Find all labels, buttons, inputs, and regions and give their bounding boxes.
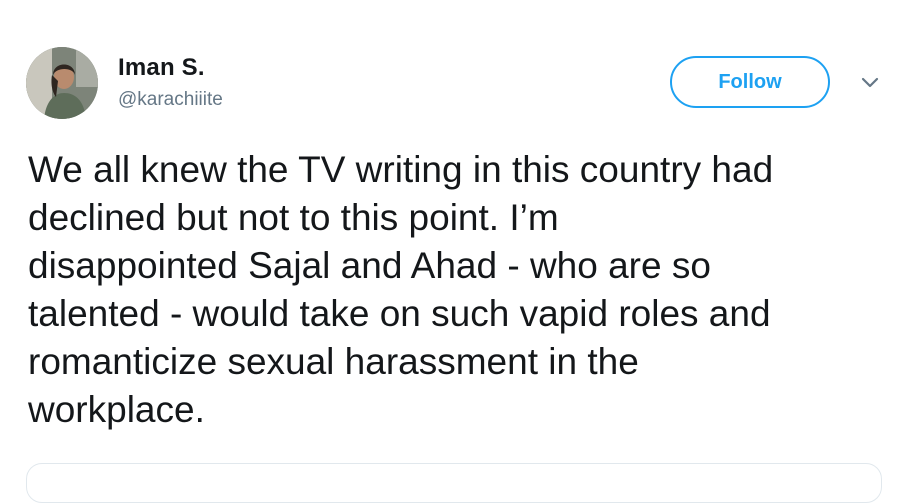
avatar[interactable] bbox=[26, 47, 98, 119]
quoted-content-card[interactable] bbox=[26, 463, 882, 503]
chevron-down-icon bbox=[861, 77, 879, 88]
author-handle[interactable]: @karachiiite bbox=[118, 89, 223, 111]
tweet-card: Iman S. @karachiiite Follow We all knew … bbox=[0, 0, 900, 503]
profile-photo-icon bbox=[26, 47, 98, 119]
tweet-menu-button[interactable] bbox=[858, 74, 882, 92]
tweet-text: We all knew the TV writing in this count… bbox=[28, 149, 774, 430]
follow-button[interactable]: Follow bbox=[670, 56, 830, 108]
author-display-name[interactable]: Iman S. bbox=[118, 54, 205, 82]
